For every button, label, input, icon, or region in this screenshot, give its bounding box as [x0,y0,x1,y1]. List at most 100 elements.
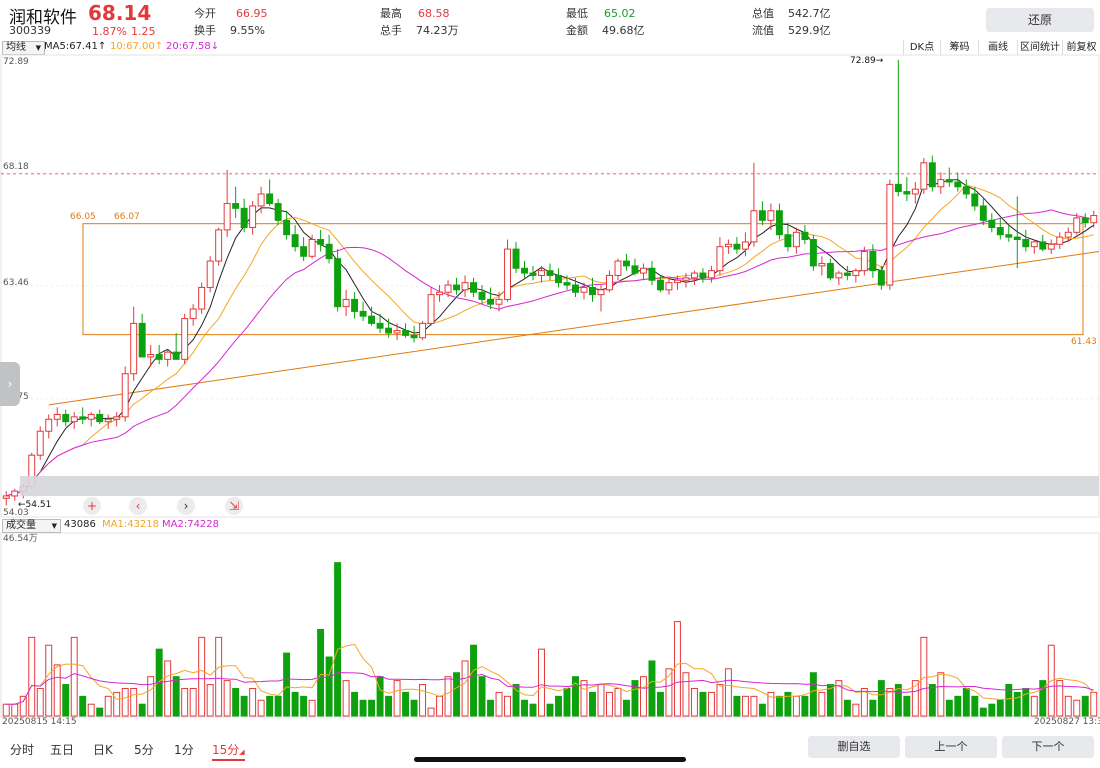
volume-bar [656,691,664,717]
candle-body [656,279,664,291]
chevron-right-icon: › [184,499,189,513]
candle-body [147,354,155,358]
candle-body [376,322,384,329]
candle-body [385,327,393,334]
kline-chart[interactable]: 72.8968.1863.4658.7554.0372.89→←54.5166.… [0,0,1100,768]
candle-body [1013,236,1021,241]
period-intraday[interactable]: 分时 [10,741,34,758]
period-bar: 分时 五日 日K 5分 1分 15分◢ 删自选 上一个 下一个 [0,736,1100,768]
volume-bar [741,695,749,717]
candle-body [954,181,962,188]
candle-body [257,193,265,207]
indicator-select[interactable]: 成交量 ▼ [2,519,61,533]
candle-body [113,416,121,420]
volume-bar [164,660,172,717]
side-expand-tab[interactable]: › [0,362,20,406]
candle-body [402,330,410,336]
candle-body [70,416,78,423]
candle-body [962,186,970,195]
period-15min[interactable]: 15分◢ [212,741,245,761]
candle-body [495,298,503,305]
volume-bar [988,703,996,717]
volume-bar [19,695,27,717]
volume-bar [53,664,61,717]
candle-body [894,183,902,193]
candle-body [1030,241,1038,248]
candle-body [189,308,197,320]
box-left-label-2: 66.07 [114,212,140,222]
volume-current: 43086 [64,519,96,530]
volume-bar [903,695,911,717]
volume-bar [36,687,44,717]
candle-body [614,260,622,276]
candle-body [775,210,783,236]
volume-bar [597,684,605,717]
candle-body [665,282,673,291]
volume-bar [962,687,970,717]
volume-bar [920,636,928,717]
previous-stock-button[interactable]: 上一个 [905,736,997,758]
volume-bar [1030,695,1038,717]
candle-body [2,495,10,499]
volume-bar [172,676,180,717]
candle-body [521,267,528,274]
candle-body [470,282,478,293]
volume-bar [232,687,240,717]
candle-body [920,162,928,190]
candle-body [504,248,511,300]
price-axis-label: 68.18 [3,162,29,172]
volume-bar [325,656,333,717]
volume-legend-bar: 成交量 ▼ 43086 MA1:43218 MA2:74228 [0,518,1100,533]
candle-body [266,193,274,205]
shrink-icon: ⇲ [229,499,239,513]
volume-bar [724,668,732,717]
caret-down-icon: ▼ [51,522,57,530]
volume-bar [2,703,10,717]
volume-bar [1005,684,1013,717]
period-5min[interactable]: 5分 [134,741,154,758]
candle-body [538,270,545,276]
candle-body [1047,243,1055,250]
candle-body [648,267,656,281]
volume-bar [954,695,962,717]
candle-body [436,291,444,296]
candle-body [62,413,70,423]
volume-bar [478,676,486,717]
price-axis-label: 63.46 [3,278,29,288]
volume-bar [928,684,936,717]
next-stock-button[interactable]: 下一个 [1002,736,1094,758]
candle-body [232,203,240,209]
period-daily[interactable]: 日K [93,741,113,758]
box-right-label: 61.43 [1071,337,1097,347]
period-five-day[interactable]: 五日 [50,741,74,758]
candle-body [164,351,172,360]
volume-bar [801,695,809,717]
volume-bar [28,636,36,717]
candle-body [886,183,894,286]
period-1min[interactable]: 1分 [174,741,194,758]
candle-body [300,246,308,257]
volume-bar [87,703,95,717]
candle-body [1022,239,1030,248]
candle-body [639,267,647,274]
volume-bar [376,676,384,717]
volume-bar [937,672,945,717]
volume-bar [512,684,520,717]
volume-bar [206,684,214,717]
candle-body [877,270,885,286]
volume-bar [308,699,316,717]
volume-bar [1022,687,1030,717]
volume-bar [393,680,401,717]
chevron-right-icon: › [7,377,13,391]
candle-body [979,205,987,221]
volume-bar [470,644,478,717]
candle-body [597,289,605,296]
volume-bar [546,703,554,717]
candle-body [87,413,95,420]
candle-body [784,234,792,248]
delete-watchlist-button[interactable]: 删自选 [808,736,900,758]
volume-bar [673,621,681,717]
volume-bar [444,676,452,717]
candle-body [79,416,87,420]
volume-bar [707,691,715,717]
